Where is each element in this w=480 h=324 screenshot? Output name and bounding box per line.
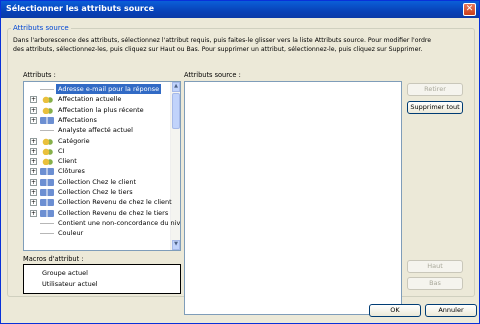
tree-item-label: Catégorie [58, 136, 90, 145]
tree-item-label: Contient une non-concordance du nive [58, 218, 181, 227]
tree-item[interactable]: + Affectations [24, 115, 170, 125]
collection-icon [40, 168, 54, 176]
tree-item-label: Analyste affecté actuel [58, 126, 133, 135]
tree-item-label: Affectation la plus récente [58, 105, 144, 114]
macro-item[interactable]: Utilisateur actuel [42, 279, 98, 289]
expand-plus-icon[interactable]: + [30, 137, 37, 145]
instructions: Dans l'arborescence des attributs, sélec… [13, 36, 469, 54]
tree-item-label: Collection Revenu de chez le client [58, 198, 172, 207]
instruction-line-1: Dans l'arborescence des attributs, sélec… [13, 37, 432, 44]
collection-icon [40, 199, 54, 207]
expand-plus-icon[interactable]: + [30, 168, 37, 176]
expand-plus-icon[interactable]: + [30, 209, 37, 217]
expand-plus-icon[interactable]: + [30, 96, 37, 104]
tree-item-label: Couleur [58, 229, 84, 238]
collection-icon [40, 178, 54, 186]
down-button[interactable]: Bas [407, 277, 463, 290]
scroll-thumb[interactable] [172, 93, 180, 129]
dialog-window: Sélectionner les attributs source ✕ Attr… [0, 0, 480, 324]
field-icon [40, 86, 54, 93]
remove-button[interactable]: Retirer [407, 83, 463, 96]
tree-item[interactable]: Couleur [24, 228, 170, 238]
scroll-down-icon[interactable]: ▼ [172, 240, 180, 250]
tree-item[interactable]: + Affectation la plus récente [24, 105, 170, 115]
up-button[interactable]: Haut [407, 260, 463, 273]
attributes-tree[interactable]: ▲ ▼ Adresse e-mail pour la réponse + Affec… [23, 81, 181, 251]
macros-label: Macros d'attribut : [23, 255, 84, 263]
relationship-icon [40, 137, 54, 145]
tree-item[interactable]: Contient une non-concordance du nive [24, 218, 180, 228]
collection-icon [40, 189, 54, 196]
expand-plus-icon[interactable]: + [30, 116, 37, 124]
tree-item[interactable]: + Collection Chez le client [24, 177, 170, 187]
collection-icon [40, 116, 54, 124]
tree-item[interactable]: + Collection Chez le tiers [24, 187, 170, 197]
group-title: Attributs source [11, 24, 71, 32]
field-icon [40, 219, 54, 227]
macro-item[interactable]: Groupe actuel [42, 268, 88, 278]
instruction-line-2: des attributs, sélectionnez-les, puis cl… [13, 46, 423, 53]
tree-item-label: Affectation actuelle [58, 95, 122, 104]
close-button[interactable]: ✕ [463, 3, 476, 16]
relationship-icon [40, 106, 54, 114]
tree-item-label: Adresse e-mail pour la réponse [56, 84, 162, 94]
tree-item-label: Affectations [58, 115, 97, 124]
tree-item[interactable]: + Collection Revenu de chez le tiers [24, 208, 170, 218]
tree-item[interactable]: + Collection Revenu de chez le client [24, 197, 172, 207]
attribute-macros-list[interactable]: Groupe actuel Utilisateur actuel [23, 264, 181, 294]
relationship-icon [40, 147, 54, 155]
tree-item[interactable]: Analyste affecté actuel [24, 125, 170, 135]
tree-item[interactable]: Adresse e-mail pour la réponse [24, 84, 170, 94]
source-attributes-list[interactable] [184, 81, 402, 315]
collection-icon [40, 209, 54, 217]
tree-item-label: CI [58, 146, 65, 155]
expand-plus-icon[interactable]: + [30, 158, 37, 166]
tree-item-label: Collection Chez le client [58, 177, 137, 186]
scroll-up-icon[interactable]: ▲ [172, 82, 180, 92]
attributes-label: Attributs : [23, 71, 56, 79]
tree-item-label: Clôtures [58, 167, 85, 176]
expand-plus-icon[interactable]: + [30, 147, 37, 155]
window-title: Sélectionner les attributs source [6, 4, 155, 13]
field-icon [40, 230, 54, 238]
expand-plus-icon[interactable]: + [30, 178, 37, 186]
tree-item-label: Collection Revenu de chez le tiers [58, 208, 169, 217]
tree-item[interactable]: + CI [24, 146, 170, 156]
expand-plus-icon[interactable]: + [30, 199, 37, 207]
field-icon [40, 127, 54, 135]
tree-item[interactable]: + Client [24, 156, 170, 166]
source-attributes-label: Attributs source : [184, 71, 241, 79]
cancel-button[interactable]: Annuler [425, 304, 477, 317]
relationship-icon [40, 96, 54, 104]
tree-item-label: Client [58, 157, 77, 166]
ok-button[interactable]: OK [369, 304, 421, 317]
remove-all-button[interactable]: Supprimer tout [407, 101, 463, 114]
title-bar[interactable]: Sélectionner les attributs source ✕ [1, 1, 479, 18]
tree-item[interactable]: + Affectation actuelle [24, 94, 170, 104]
relationship-icon [40, 158, 54, 166]
expand-plus-icon[interactable]: + [30, 189, 37, 196]
tree-item[interactable]: + Catégorie [24, 136, 170, 146]
tree-item[interactable]: + Clôtures [24, 166, 170, 176]
expand-plus-icon[interactable]: + [30, 106, 37, 114]
tree-item-label: Collection Chez le tiers [58, 188, 133, 196]
